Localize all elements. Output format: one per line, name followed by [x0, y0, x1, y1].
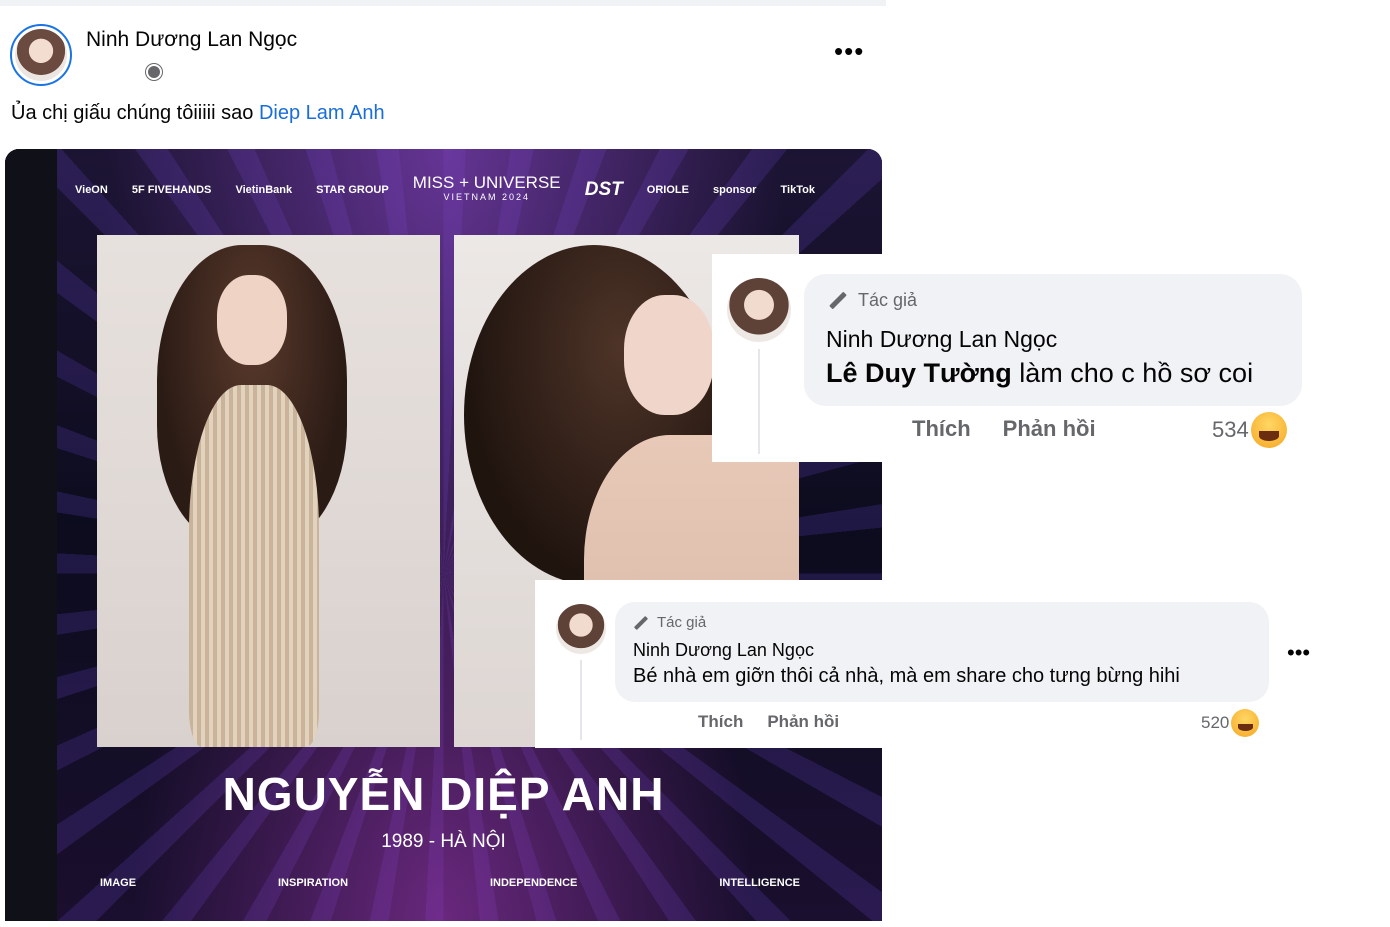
post-caption: Ủa chị giấu chúng tôiiiii sao Diep Lam A… [11, 102, 385, 125]
author-badge: Tác giả [633, 614, 706, 631]
post-author-name[interactable]: Ninh Dương Lan Ngọc [86, 28, 297, 52]
post-mention-link[interactable]: Diep Lam Anh [259, 102, 385, 124]
haha-emoji-icon [1250, 412, 1287, 448]
avatar-photo [15, 29, 67, 81]
contestant-photo-left [97, 235, 440, 747]
comment-actions: Thích Phản hồi [912, 416, 1096, 442]
reply-button[interactable]: Phản hồi [1003, 416, 1096, 442]
comment-bubble: Tác giả Ninh Dương Lan Ngọc Lê Duy Tường… [804, 274, 1302, 406]
contestant-name: NGUYỄN DIỆP ANH [222, 768, 665, 820]
haha-emoji-icon [1231, 709, 1260, 737]
post-more-options-button[interactable]: ••• [834, 36, 864, 67]
miss-universe-logo: MISS + UNIVERSE VIETNAM 2024 [413, 174, 561, 205]
comment-text: Bé nhà em giỡn thôi cả nhà, mà em share … [633, 665, 1180, 687]
reply-button[interactable]: Phản hồi [767, 712, 839, 732]
sponsor-logo-row: VieON 5F FIVEHANDS VietinBank STAR GROUP… [75, 174, 815, 205]
comment-author-name[interactable]: Ninh Dương Lan Ngọc [633, 640, 814, 661]
photo-dress [189, 385, 319, 747]
poster-value: INTELLIGENCE [719, 877, 800, 889]
comment-text: làm cho c hồ sơ coi [1019, 358, 1254, 388]
photo-face [217, 275, 287, 365]
sponsor-logo: VieON [75, 184, 108, 196]
poster-value: IMAGE [100, 877, 137, 889]
comment-more-options-button[interactable]: ••• [1287, 640, 1310, 666]
comment-card: Tác giả Ninh Dương Lan Ngọc Bé nhà em gi… [535, 580, 1390, 748]
sponsor-logo: 5F FIVEHANDS [131, 184, 212, 196]
author-badge-label: Tác giả [858, 290, 918, 310]
comment-avatar[interactable] [727, 278, 791, 342]
like-button[interactable]: Thích [912, 416, 971, 442]
sponsor-logo: sponsor [713, 184, 757, 196]
sponsor-logo: STAR GROUP [316, 184, 389, 196]
sponsor-logo: DST [584, 179, 623, 200]
event-subtitle: VIETNAM 2024 [443, 192, 530, 202]
reaction-summary[interactable]: 520 [1201, 709, 1260, 737]
comment-mention-link[interactable]: Lê Duy Tường [826, 358, 1012, 388]
globe-icon[interactable] [145, 63, 163, 81]
sponsor-logo: VietinBank [235, 184, 293, 196]
comment-bubble: Tác giả Ninh Dương Lan Ngọc Bé nhà em gi… [615, 602, 1269, 702]
contestant-info: 1989 - HÀ NỘI [381, 831, 506, 852]
comment-author-name[interactable]: Ninh Dương Lan Ngọc [826, 326, 1057, 353]
sponsor-logo: ORIOLE [646, 184, 689, 196]
sponsor-logo: TikTok [780, 184, 815, 196]
author-badge-label: Tác giả [657, 614, 707, 631]
post-caption-text: Ủa chị giấu chúng tôiiiii sao [11, 102, 254, 124]
reaction-summary[interactable]: 534 [1212, 412, 1287, 448]
author-badge: Tác giả [828, 290, 917, 311]
reaction-count: 520 [1201, 713, 1230, 732]
comment-body: Lê Duy Tường làm cho c hồ sơ coi [826, 358, 1253, 389]
poster-values-row: IMAGE INSPIRATION INDEPENDENCE INTELLIGE… [100, 877, 800, 889]
pencil-icon [829, 291, 847, 310]
like-button[interactable]: Thích [698, 712, 743, 732]
comment-actions: Thích Phản hồi [698, 712, 839, 732]
thread-line [758, 349, 760, 454]
comment-avatar[interactable] [556, 604, 606, 654]
poster-value: INDEPENDENCE [489, 877, 578, 889]
photo-face [624, 295, 714, 415]
poster-value: INSPIRATION [277, 877, 349, 889]
thread-line [580, 660, 582, 740]
comment-card: Tác giả Ninh Dương Lan Ngọc Lê Duy Tường… [712, 254, 1390, 462]
pencil-icon [633, 615, 649, 630]
author-avatar[interactable] [10, 24, 72, 86]
reaction-count: 534 [1212, 417, 1249, 442]
